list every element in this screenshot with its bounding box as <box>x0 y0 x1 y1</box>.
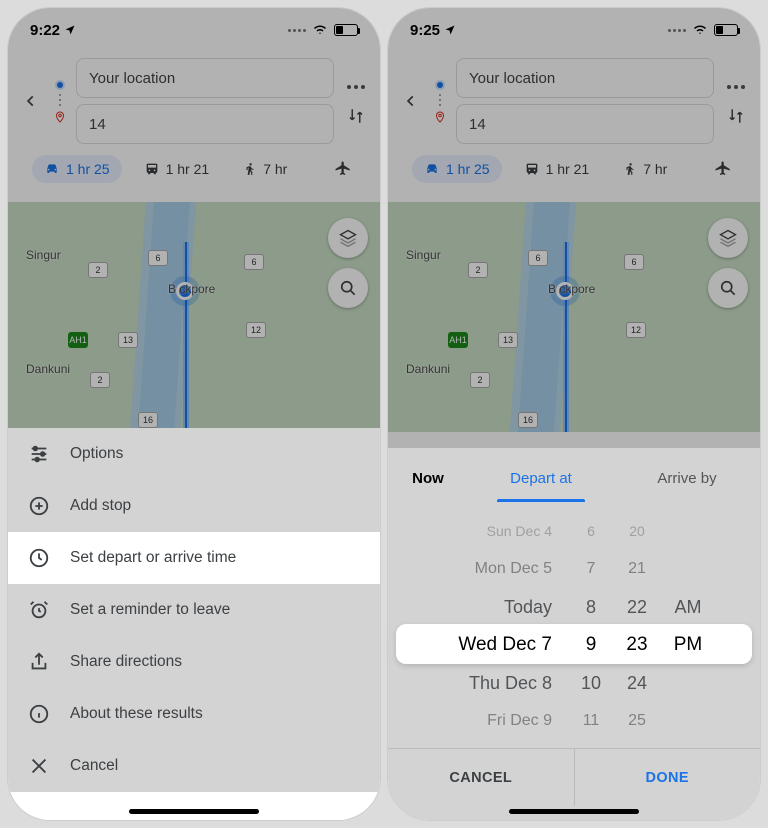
overflow-button[interactable] <box>727 85 745 89</box>
tab-arrive-by[interactable]: Arrive by <box>614 454 760 502</box>
menu-add-stop[interactable]: Add stop <box>8 480 380 532</box>
cancel-button[interactable]: CANCEL <box>388 749 574 806</box>
wifi-icon <box>312 24 328 36</box>
menu-options[interactable]: Options <box>8 428 380 480</box>
wifi-icon <box>692 24 708 36</box>
waypoint-indicator <box>52 74 68 129</box>
destination-pin-icon <box>54 110 66 129</box>
travel-mode-tabs: 1 hr 25 1 hr 21 7 hr <box>18 144 370 194</box>
search-along-route-button[interactable] <box>328 268 368 308</box>
waypoint-indicator <box>432 74 448 129</box>
back-button[interactable] <box>18 91 44 111</box>
menu-share[interactable]: Share directions <box>8 636 380 688</box>
origin-text: Your location <box>89 70 175 87</box>
directions-header: Your location 14 1 hr 25 1 hr 21 7 hr <box>388 52 760 194</box>
menu-about[interactable]: About these results <box>8 688 380 740</box>
picker-actions: CANCEL DONE <box>388 748 760 806</box>
destination-field[interactable]: 14 <box>456 104 714 144</box>
datetime-wheel[interactable]: Sun Dec 4 6 20 Mon Dec 5 7 21 Today 8 22… <box>388 512 760 740</box>
mode-flight[interactable] <box>706 154 740 184</box>
screenshot-right: 9:25 Your loca <box>388 8 760 820</box>
wheel-row[interactable]: Today 8 22 AM <box>388 588 760 626</box>
status-bar: 9:25 <box>388 8 760 52</box>
map-area[interactable]: Singur Dankuni B ckpore 2 6 6 12 13 AH1 … <box>8 202 380 432</box>
search-along-route-button[interactable] <box>708 268 748 308</box>
menu-cancel-label: Cancel <box>70 757 118 775</box>
layers-button[interactable] <box>328 218 368 258</box>
map-label-singur: Singur <box>26 248 61 262</box>
wheel-row[interactable]: Thu Dec 8 10 24 <box>388 664 760 702</box>
time-picker-tabs: Now Depart at Arrive by <box>388 454 760 502</box>
menu-reminder-label: Set a reminder to leave <box>70 601 230 619</box>
mode-drive[interactable]: 1 hr 25 <box>32 155 122 183</box>
menu-cancel[interactable]: Cancel <box>8 740 380 792</box>
clock: 9:22 <box>30 22 60 39</box>
done-button[interactable]: DONE <box>574 749 761 806</box>
destination-pin-icon <box>434 110 446 129</box>
menu-reminder[interactable]: Set a reminder to leave <box>8 584 380 636</box>
home-indicator[interactable] <box>509 809 639 814</box>
options-sheet: Options Add stop Set depart or arrive ti… <box>8 428 380 820</box>
layers-button[interactable] <box>708 218 748 258</box>
origin-field[interactable]: Your location <box>76 58 334 98</box>
origin-field[interactable]: Your location <box>456 58 714 98</box>
menu-options-label: Options <box>70 445 123 463</box>
wheel-row[interactable]: Sun Dec 4 6 20 <box>388 512 760 550</box>
menu-set-time[interactable]: Set depart or arrive time <box>8 532 380 584</box>
mode-transit[interactable]: 1 hr 21 <box>512 155 602 183</box>
screenshot-left: 9:22 Your loca <box>8 8 380 820</box>
tab-now[interactable]: Now <box>388 454 468 502</box>
mode-walk[interactable]: 7 hr <box>611 155 679 183</box>
location-arrow-icon <box>64 24 76 36</box>
menu-about-label: About these results <box>70 705 203 723</box>
cellular-icon <box>288 29 306 32</box>
map-label-bkpore: B ckpore <box>168 282 215 296</box>
menu-set-time-label: Set depart or arrive time <box>70 549 236 567</box>
location-arrow-icon <box>444 24 456 36</box>
wheel-row[interactable]: Fri Dec 9 11 25 <box>388 702 760 740</box>
origin-dot-icon <box>435 80 445 90</box>
mode-transit[interactable]: 1 hr 21 <box>132 155 222 183</box>
clock: 9:25 <box>410 22 440 39</box>
time-picker-sheet: Now Depart at Arrive by Sun Dec 4 6 20 M… <box>388 448 760 820</box>
battery-icon <box>334 24 358 36</box>
destination-text: 14 <box>89 116 106 133</box>
mode-walk[interactable]: 7 hr <box>231 155 299 183</box>
back-button[interactable] <box>398 91 424 111</box>
destination-field[interactable]: 14 <box>76 104 334 144</box>
swap-button[interactable] <box>727 107 745 125</box>
cellular-icon <box>668 29 686 32</box>
battery-icon <box>714 24 738 36</box>
wheel-row[interactable]: Mon Dec 5 7 21 <box>388 550 760 588</box>
map-area[interactable]: Singur Dankuni B ckpore 2 6 6 12 13 AH1 … <box>388 202 760 432</box>
swap-button[interactable] <box>347 107 365 125</box>
map-label-dankuni: Dankuni <box>26 362 70 376</box>
tab-depart-at[interactable]: Depart at <box>468 454 614 502</box>
directions-header: Your location 14 1 hr 25 1 hr 21 7 hr <box>8 52 380 194</box>
home-indicator[interactable] <box>129 809 259 814</box>
mode-flight[interactable] <box>326 154 360 184</box>
menu-share-label: Share directions <box>70 653 182 671</box>
mode-drive[interactable]: 1 hr 25 <box>412 155 502 183</box>
origin-dot-icon <box>55 80 65 90</box>
status-bar: 9:22 <box>8 8 380 52</box>
travel-mode-tabs: 1 hr 25 1 hr 21 7 hr <box>398 144 750 194</box>
menu-add-stop-label: Add stop <box>70 497 131 515</box>
wheel-row-selected[interactable]: Wed Dec 7 9 23 PM <box>388 626 760 664</box>
overflow-button[interactable] <box>347 85 365 89</box>
